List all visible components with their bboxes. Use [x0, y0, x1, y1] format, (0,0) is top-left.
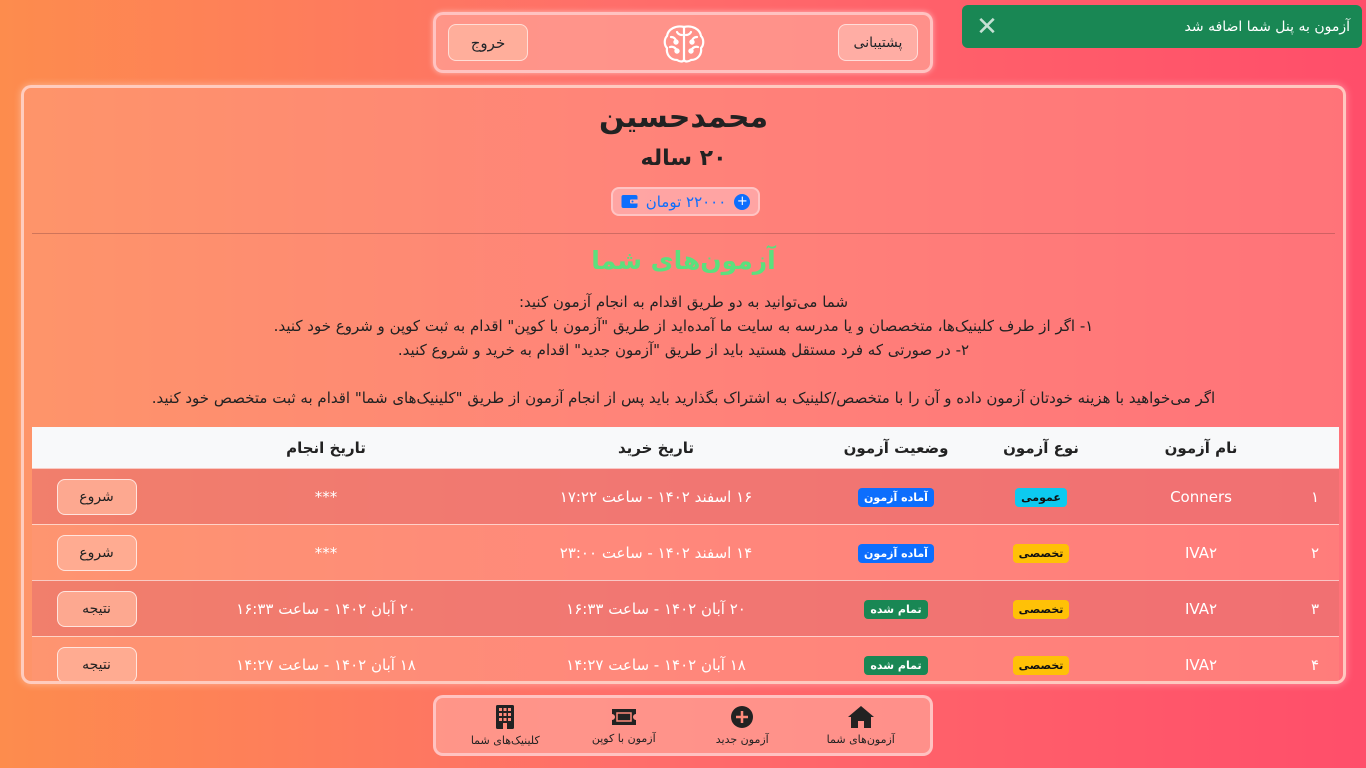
building-icon [496, 705, 515, 729]
home-icon [847, 706, 874, 728]
close-icon[interactable]: ✕ [972, 12, 1002, 42]
result-button[interactable]: نتیجه [56, 646, 137, 681]
purchase-date: ۱۸ آبان ۱۴۰۲ - ساعت ۱۴:۲۷ [566, 655, 746, 674]
exam-status-badge: تمام شده [864, 655, 928, 675]
bottom-nav: آزمون‌های شما آزمون جدید آزمون با کوپن ک… [433, 695, 933, 756]
exam-status-badge: آماده آزمون [858, 543, 934, 563]
table-header: نام آزمون نوع آزمون وضعیت آزمون تاریخ خر… [32, 427, 1339, 468]
table-row: ۴ IVA۲ تخصصی تمام شده ۱۸ آبان ۱۴۰۲ - ساعت ۱۴… [32, 636, 1339, 681]
nav-label: آزمون با کوپن [591, 732, 656, 745]
user-name: محمدحسین [598, 100, 769, 135]
row-number: ۱ [1310, 487, 1320, 506]
done-date: *** [314, 487, 338, 506]
table-row: ۱ Conners عمومی آماده آزمون ۱۶ اسفند ۱۴۰۲ - … [32, 468, 1339, 524]
purchase-date: ۱۴ اسفند ۱۴۰۲ - ساعت ۲۳:۰۰ [559, 543, 753, 562]
purchase-date: ۱۶ اسفند ۱۴۰۲ - ساعت ۱۷:۲۲ [559, 487, 753, 506]
instructions: شما می‌توانید به دو طریق اقدام به انجام … [24, 290, 1343, 410]
start-button[interactable]: شروع [56, 478, 137, 515]
brain-icon[interactable] [662, 23, 706, 65]
row-number: ۴ [1310, 655, 1320, 674]
exam-name: IVA۲ [1184, 599, 1218, 618]
exam-status-badge: آماده آزمون [858, 487, 934, 507]
nav-your-exams[interactable]: آزمون‌های شما [806, 705, 916, 746]
ticket-icon [611, 709, 636, 725]
balance-amount: ۲۲۰۰۰ تومان [645, 192, 727, 211]
header-exam-name: نام آزمون [1164, 438, 1238, 457]
done-date: *** [314, 543, 338, 562]
exam-name: IVA۲ [1184, 543, 1218, 562]
exit-button[interactable]: خروج [448, 24, 528, 61]
instruction-line: ۲- در صورتی که فرد مستقل هستید باید از ط… [397, 341, 970, 359]
exam-name: IVA۲ [1184, 655, 1218, 674]
exam-name: Conners [1170, 487, 1232, 506]
instruction-line: ۱- اگر از طرف کلینیک‌ها، متخصصان و یا مد… [273, 317, 1094, 335]
main-panel: محمدحسین ۲۰ ساله + ۲۲۰۰۰ تومان آزمون‌های… [21, 85, 1346, 684]
add-funds-icon[interactable]: + [734, 193, 751, 210]
exam-type-badge: تخصصی [1012, 543, 1070, 563]
done-date: ۱۸ آبان ۱۴۰۲ - ساعت ۱۴:۲۷ [236, 655, 416, 674]
top-bar: خروج پشتیبانی [433, 12, 933, 73]
row-number: ۲ [1310, 543, 1320, 562]
exam-type-badge: عمومی [1015, 487, 1067, 507]
exam-status-badge: تمام شده [864, 599, 928, 619]
header-exam-type: نوع آزمون [1003, 438, 1079, 457]
wallet-icon [621, 195, 638, 208]
exam-type-badge: تخصصی [1012, 599, 1070, 619]
exams-table: نام آزمون نوع آزمون وضعیت آزمون تاریخ خر… [32, 427, 1339, 681]
plus-circle-icon [731, 706, 754, 728]
start-button[interactable]: شروع [56, 534, 137, 571]
table-row: ۳ IVA۲ تخصصی تمام شده ۲۰ آبان ۱۴۰۲ - ساعت ۱۶… [32, 580, 1339, 636]
row-number: ۳ [1310, 599, 1320, 618]
user-age: ۲۰ ساله [640, 146, 727, 171]
notification-toast: آزمون به پنل شما اضافه شد ✕ [962, 5, 1362, 48]
result-button[interactable]: نتیجه [56, 590, 137, 627]
support-button[interactable]: پشتیبانی [838, 24, 918, 61]
nav-your-clinics[interactable]: کلینیک‌های شما [450, 704, 560, 747]
nav-new-exam[interactable]: آزمون جدید [687, 705, 797, 746]
divider [32, 233, 1335, 234]
instruction-line: اگر می‌خواهید با هزینه خودتان آزمون داده… [151, 389, 1216, 407]
instruction-line: شما می‌توانید به دو طریق اقدام به انجام … [518, 293, 849, 311]
done-date: ۲۰ آبان ۱۴۰۲ - ساعت ۱۶:۳۳ [236, 599, 416, 618]
section-title: آزمون‌های شما [591, 246, 776, 275]
header-purchase-date: تاریخ خرید [617, 438, 694, 457]
nav-label: آزمون جدید [715, 733, 769, 746]
nav-coupon-exam[interactable]: آزمون با کوپن [569, 706, 679, 745]
nav-label: آزمون‌های شما [826, 733, 895, 746]
exam-type-badge: تخصصی [1012, 655, 1070, 675]
header-done-date: تاریخ انجام [286, 438, 366, 457]
table-row: ۲ IVA۲ تخصصی آماده آزمون ۱۴ اسفند ۱۴۰۲ - ساع… [32, 524, 1339, 580]
header-exam-status: وضعیت آزمون [843, 438, 949, 457]
wallet-balance[interactable]: + ۲۲۰۰۰ تومان [611, 187, 760, 216]
toast-message: آزمون به پنل شما اضافه شد [1184, 18, 1350, 35]
purchase-date: ۲۰ آبان ۱۴۰۲ - ساعت ۱۶:۳۳ [566, 599, 746, 618]
nav-label: کلینیک‌های شما [470, 734, 540, 747]
